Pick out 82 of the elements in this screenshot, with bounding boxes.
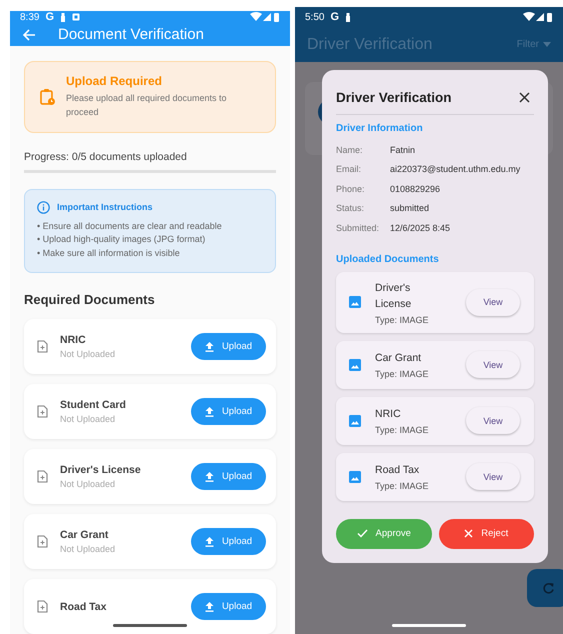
instruction-item: • Upload high-quality images (JPG format) (37, 233, 206, 246)
upload-icon (204, 406, 214, 416)
field-value: Fatnin (390, 144, 416, 155)
document-type: Type: IMAGE (375, 369, 430, 379)
app-bar-title: Driver Verification (307, 36, 432, 54)
file-plus-icon (37, 600, 48, 613)
section-title: Driver Information (336, 123, 424, 134)
field-label: Status: (336, 203, 366, 214)
view-button[interactable]: View (466, 351, 520, 378)
document-name: Driver's License (375, 280, 412, 312)
status-carrier: G (45, 11, 54, 24)
file-plus-icon (37, 340, 48, 353)
view-button[interactable]: View (466, 407, 520, 434)
document-status: Not Uploaded (60, 414, 116, 424)
close-icon (464, 529, 474, 538)
app-bar-title: Document Verification (58, 26, 204, 44)
document-name: Road Tax (375, 463, 420, 478)
document-status: Not Uploaded (60, 544, 116, 554)
notice-message: Please upload all required documents to proceed (66, 92, 228, 119)
document-name: Student Card (60, 399, 127, 411)
refresh-icon (542, 582, 554, 594)
file-plus-icon (37, 470, 48, 483)
image-icon (349, 414, 361, 426)
document-type: Type: IMAGE (375, 481, 430, 491)
notification-icon (345, 12, 352, 22)
section-title: Uploaded Documents (336, 254, 440, 264)
upload-icon (204, 602, 214, 612)
document-name: Road Tax (60, 600, 108, 612)
dropdown-icon (543, 42, 551, 47)
image-icon (349, 358, 361, 370)
notification-icon (60, 12, 66, 22)
status-time: 5:50 (305, 12, 324, 22)
field-value: 0108829296 (390, 184, 440, 194)
system-status-icon (250, 12, 280, 22)
document-status: Not Uploaded (60, 349, 116, 359)
instruction-item: • Ensure all documents are clear and readable (37, 220, 223, 232)
close-icon[interactable] (519, 92, 530, 103)
approve-button[interactable]: Approve (336, 518, 432, 548)
section-title: Required Documents (24, 292, 156, 307)
notice-title: Upload Required (66, 74, 163, 88)
upload-button[interactable]: Upload (191, 593, 266, 620)
document-name: NRIC (60, 334, 87, 346)
instructions-title: Important Instructions (57, 202, 153, 212)
field-label: Name: (336, 144, 364, 155)
file-plus-icon (37, 405, 48, 418)
upload-button[interactable]: Upload (191, 333, 266, 360)
check-icon (356, 529, 368, 538)
field-label: Submitted: (336, 222, 380, 233)
status-time: 8:39 (20, 12, 40, 23)
clipboard-clock-icon (40, 88, 56, 106)
document-name: Driver's License (60, 464, 142, 476)
document-name: Car Grant (60, 529, 110, 541)
field-label: Phone: (336, 184, 366, 194)
file-plus-icon (37, 535, 48, 548)
upload-icon (204, 342, 214, 352)
progress-label: Progress: 0/5 documents uploaded (24, 150, 188, 162)
field-value: ai220373@student.uthm.edu.my (390, 164, 520, 174)
view-button[interactable]: View (466, 463, 520, 490)
document-status: Not Uploaded (60, 479, 116, 489)
upload-icon (204, 536, 214, 546)
instruction-item: • Make sure all information is visible (37, 246, 181, 260)
view-button[interactable]: View (466, 288, 520, 316)
field-value: 12/6/2025 8:45 (390, 222, 450, 233)
field-label: Email: (336, 164, 362, 174)
reject-button[interactable]: Reject (438, 518, 534, 548)
image-icon (349, 470, 361, 482)
field-value: submitted (390, 203, 430, 214)
back-icon[interactable] (22, 28, 36, 42)
status-carrier: G (330, 11, 340, 23)
upload-button[interactable]: Upload (191, 528, 266, 555)
image-icon (349, 296, 361, 308)
document-type: Type: IMAGE (375, 425, 430, 435)
info-icon (37, 200, 50, 214)
system-status-icon (523, 12, 553, 22)
document-type: Type: IMAGE (375, 314, 430, 324)
document-name: Car Grant (375, 351, 422, 366)
upload-button[interactable]: Upload (191, 463, 266, 490)
filter-dropdown[interactable]: Filter (516, 39, 551, 50)
upload-button[interactable]: Upload (191, 398, 266, 425)
document-name: NRIC (375, 407, 402, 422)
upload-icon (204, 472, 214, 482)
dialog-title: Driver Verification (336, 90, 452, 105)
